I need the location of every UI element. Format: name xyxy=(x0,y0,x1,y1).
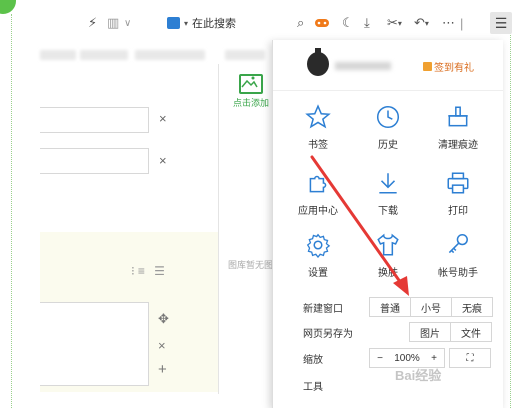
new-window-small-button[interactable]: 小号 xyxy=(411,297,452,317)
blurred-text xyxy=(80,50,128,60)
close-icon[interactable]: × xyxy=(159,111,167,126)
toolbar-divider: | xyxy=(460,15,464,31)
tools-label: 工具 xyxy=(303,381,323,393)
menu-item-bookmarks[interactable]: 书签 xyxy=(283,102,353,151)
form-input-1[interactable] xyxy=(40,107,149,133)
menu-item-label: 打印 xyxy=(448,206,468,217)
menu-item-settings[interactable]: 设置 xyxy=(283,230,353,279)
zoom-label: 缩放 xyxy=(303,354,323,366)
user-name-blurred xyxy=(335,62,391,70)
menu-separator xyxy=(273,90,503,91)
grid-icon[interactable]: ▥ xyxy=(107,14,119,32)
close-icon[interactable]: × xyxy=(158,338,166,353)
menu-item-label: 历史 xyxy=(378,140,398,151)
download-icon[interactable]: ⤓ xyxy=(364,14,370,32)
download-icon xyxy=(353,168,423,198)
search-icon[interactable]: ⌕ xyxy=(297,14,304,32)
key-icon xyxy=(423,230,493,260)
menu-item-label: 设置 xyxy=(308,268,328,279)
image-icon xyxy=(239,74,263,94)
blurred-text xyxy=(135,50,205,60)
page-divider xyxy=(218,64,219,394)
save-page-row: 网页另存为 图片 文件 xyxy=(303,322,493,342)
menu-item-print[interactable]: 打印 xyxy=(423,168,493,217)
save-as-file-button[interactable]: 文件 xyxy=(451,322,492,342)
new-window-normal-button[interactable]: 普通 xyxy=(369,297,411,317)
clock-icon xyxy=(353,102,423,132)
puzzle-icon xyxy=(283,168,353,198)
shirt-icon xyxy=(353,230,423,260)
menu-item-app-center[interactable]: 应用中心 xyxy=(283,168,353,217)
browser-toolbar: ⚡ ▥ ∨ ▾ 在此搜索 ⌕ ☾ ⤓ ✂ ▾ ↶ ▾ ⋯ | ☰ xyxy=(12,10,512,36)
menu-item-clear-traces[interactable]: 清理痕迹 xyxy=(423,102,493,151)
menu-item-label: 应用中心 xyxy=(298,206,338,217)
new-window-incognito-button[interactable]: 无痕 xyxy=(452,297,493,317)
signin-reward-link[interactable]: 签到有礼 xyxy=(423,59,474,74)
form-input-2[interactable] xyxy=(40,148,149,174)
move-icon[interactable]: ✥ xyxy=(158,311,169,327)
star-icon xyxy=(283,102,353,132)
main-menu-button[interactable]: ☰ xyxy=(490,12,512,34)
search-placeholder[interactable]: 在此搜索 xyxy=(192,15,236,31)
menu-item-history[interactable]: 历史 xyxy=(353,102,423,151)
more-icon[interactable]: ⋯ xyxy=(442,14,455,32)
gift-icon xyxy=(423,62,432,71)
gamepad-icon[interactable] xyxy=(314,14,330,32)
editor-box[interactable] xyxy=(40,302,149,386)
add-image-label: 点击添加 xyxy=(232,98,269,108)
search-engine-icon[interactable] xyxy=(167,17,180,29)
blurred-text xyxy=(225,50,265,60)
dotted-border-left xyxy=(11,14,12,408)
save-page-label: 网页另存为 xyxy=(303,328,353,340)
menu-item-account-helper[interactable]: 帐号助手 xyxy=(423,230,493,279)
gear-icon xyxy=(283,230,353,260)
menu-item-label: 下载 xyxy=(378,206,398,217)
printer-icon xyxy=(423,168,493,198)
broom-icon xyxy=(423,102,493,132)
close-icon[interactable]: × xyxy=(159,153,167,168)
menu-item-label: 换肤 xyxy=(378,268,398,279)
add-image-button[interactable]: 点击添加 xyxy=(230,74,272,109)
avatar[interactable] xyxy=(307,52,329,76)
dropdown-caret-icon[interactable]: ▾ xyxy=(184,19,188,28)
watermark-logo: Bai经验 xyxy=(395,368,442,383)
menu-item-skin[interactable]: 换肤 xyxy=(353,230,423,279)
menu-item-label: 书签 xyxy=(308,140,328,151)
lightning-icon[interactable]: ⚡ xyxy=(88,14,97,32)
save-as-image-button[interactable]: 图片 xyxy=(409,322,451,342)
signin-label: 签到有礼 xyxy=(434,63,474,74)
new-window-row: 新建窗口 普通 小号 无痕 xyxy=(303,297,493,317)
user-row[interactable]: 签到有礼 xyxy=(273,40,503,88)
new-window-label: 新建窗口 xyxy=(303,303,343,315)
menu-item-download[interactable]: 下载 xyxy=(353,168,423,217)
search-box[interactable]: ▾ 在此搜索 xyxy=(167,15,236,31)
undo-icon[interactable]: ↶ ▾ xyxy=(414,14,429,32)
main-menu-dropdown: 签到有礼 书签 历史 清理痕迹 应用中心 下载 打印 设置 换肤 帐号助手 新建… xyxy=(272,40,503,408)
add-icon[interactable]: + xyxy=(158,361,167,378)
zoom-out-button[interactable]: − xyxy=(369,348,390,368)
hamburger-icon: ☰ xyxy=(494,14,508,31)
empty-gallery-text: 图库暂无图 xyxy=(228,260,274,270)
blurred-text xyxy=(40,50,76,60)
list-format-icon[interactable]: ⁝≡ ☰ xyxy=(131,264,168,278)
fullscreen-icon: ⛶ xyxy=(466,352,474,364)
dotted-border-right xyxy=(510,14,511,408)
scissors-icon[interactable]: ✂ ▾ xyxy=(387,14,402,32)
menu-item-label: 清理痕迹 xyxy=(438,140,478,151)
menu-item-label: 帐号助手 xyxy=(438,268,478,279)
fullscreen-button[interactable]: ⛶ xyxy=(449,348,491,368)
chevron-down-icon[interactable]: ∨ xyxy=(124,14,131,32)
moon-icon[interactable]: ☾ xyxy=(342,14,354,32)
